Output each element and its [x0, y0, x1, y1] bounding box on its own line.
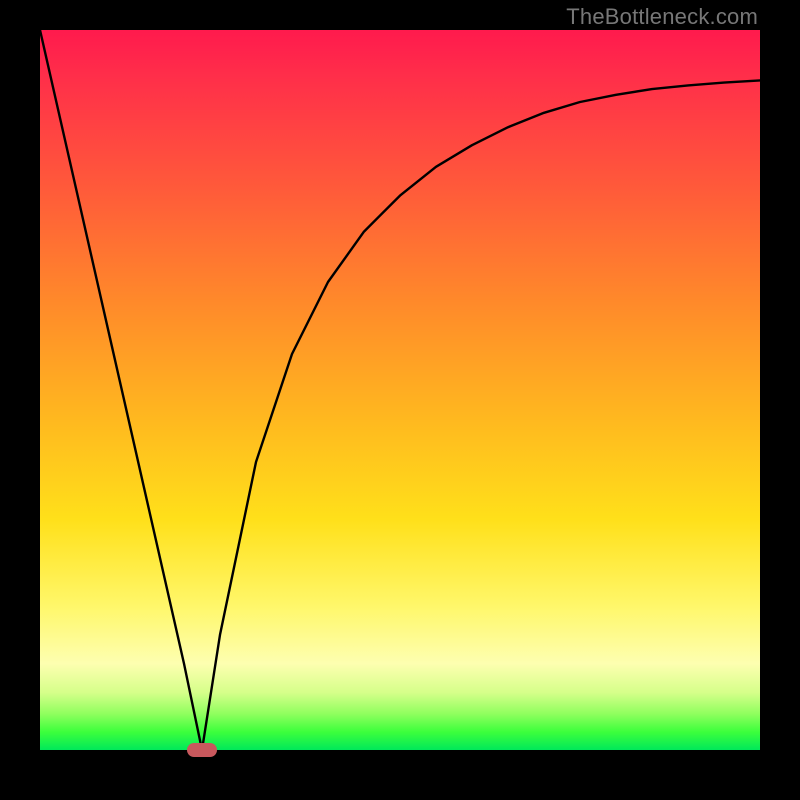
attribution-label: TheBottleneck.com	[566, 4, 758, 30]
plot-area	[40, 30, 760, 750]
chart-frame: TheBottleneck.com	[0, 0, 800, 800]
bottleneck-curve	[40, 30, 760, 750]
optimal-marker	[187, 743, 217, 757]
